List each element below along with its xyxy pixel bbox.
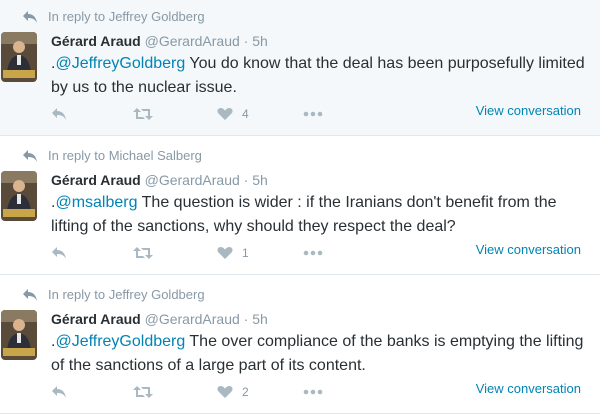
separator-dot: · [243, 33, 249, 49]
more-dots-icon [303, 389, 323, 395]
tweet-timestamp[interactable]: 5h [252, 311, 268, 327]
reply-icon [52, 386, 66, 398]
reply-context-label: In reply to Michael Salberg [48, 148, 202, 163]
reply-context-label: In reply to Jeffrey Goldberg [48, 9, 205, 24]
like-button[interactable]: 4 [217, 103, 249, 125]
reply-button[interactable] [51, 242, 67, 264]
mention-link[interactable]: @msalberg [55, 194, 137, 211]
reply-button[interactable] [51, 381, 67, 403]
reply-context-label: In reply to Jeffrey Goldberg [48, 287, 205, 302]
avatar[interactable] [1, 171, 37, 221]
tweet[interactable]: In reply to Jeffrey Goldberg Gérard Arau… [0, 0, 600, 136]
tweet[interactable]: In reply to Jeffrey Goldberg Gérard Arau… [0, 278, 600, 414]
tweet-feed: In reply to Jeffrey Goldberg Gérard Arau… [0, 0, 600, 418]
reply-icon [52, 108, 66, 120]
tweet-text: .@msalberg The question is wider : if th… [51, 191, 591, 239]
tweet-text: .@JeffreyGoldberg You do know that the d… [51, 52, 591, 100]
more-dots-icon [303, 111, 323, 117]
reply-arrow-icon [23, 10, 37, 23]
more-dots-icon [303, 250, 323, 256]
retweet-button[interactable] [133, 381, 153, 403]
retweet-icon [133, 247, 153, 259]
tweet-text: .@JeffreyGoldberg The over compliance of… [51, 330, 591, 378]
tweet-header: Gérard Araud @GerardAraud · 5h [51, 33, 268, 49]
author-name[interactable]: Gérard Araud [51, 172, 141, 188]
separator-dot: · [243, 172, 249, 188]
tweet-timestamp[interactable]: 5h [252, 172, 268, 188]
heart-icon [217, 247, 233, 259]
heart-icon [217, 108, 233, 120]
mention-link[interactable]: @JeffreyGoldberg [55, 55, 185, 72]
tweet[interactable]: In reply to Michael Salberg Gérard Araud… [0, 139, 600, 275]
retweet-button[interactable] [133, 242, 153, 264]
tweet-header: Gérard Araud @GerardAraud · 5h [51, 311, 268, 327]
author-handle[interactable]: @GerardAraud [145, 172, 240, 188]
tweet-timestamp[interactable]: 5h [252, 33, 268, 49]
author-handle[interactable]: @GerardAraud [145, 33, 240, 49]
like-count: 2 [242, 385, 249, 399]
author-name[interactable]: Gérard Araud [51, 311, 141, 327]
like-button[interactable]: 2 [217, 381, 249, 403]
reply-context[interactable]: In reply to Michael Salberg [22, 148, 202, 163]
view-conversation-link[interactable]: View conversation [476, 103, 581, 118]
view-conversation-link[interactable]: View conversation [476, 381, 581, 396]
separator-dot: · [243, 311, 249, 327]
reply-arrow-icon [23, 288, 37, 301]
author-name[interactable]: Gérard Araud [51, 33, 141, 49]
avatar[interactable] [1, 32, 37, 82]
mention-link[interactable]: @JeffreyGoldberg [55, 333, 185, 350]
tweet-header: Gérard Araud @GerardAraud · 5h [51, 172, 268, 188]
reply-button[interactable] [51, 103, 67, 125]
view-conversation-link[interactable]: View conversation [476, 242, 581, 257]
reply-context[interactable]: In reply to Jeffrey Goldberg [22, 9, 205, 24]
retweet-icon [133, 108, 153, 120]
reply-context[interactable]: In reply to Jeffrey Goldberg [22, 287, 205, 302]
avatar[interactable] [1, 310, 37, 360]
more-button[interactable] [303, 103, 323, 125]
retweet-icon [133, 386, 153, 398]
like-count: 1 [242, 246, 249, 260]
more-button[interactable] [303, 381, 323, 403]
retweet-button[interactable] [133, 103, 153, 125]
more-button[interactable] [303, 242, 323, 264]
reply-arrow-icon [23, 149, 37, 162]
author-handle[interactable]: @GerardAraud [145, 311, 240, 327]
reply-icon [52, 247, 66, 259]
heart-icon [217, 386, 233, 398]
like-button[interactable]: 1 [217, 242, 249, 264]
like-count: 4 [242, 107, 249, 121]
